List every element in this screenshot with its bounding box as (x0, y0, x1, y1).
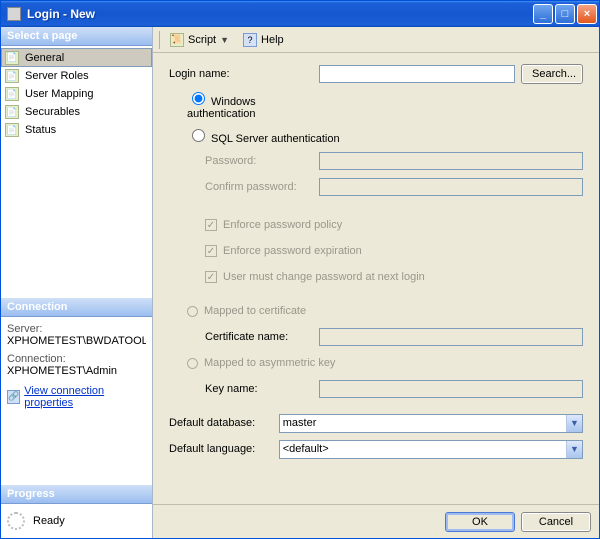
chevron-down-icon: ▼ (566, 415, 582, 432)
maximize-button[interactable]: □ (555, 4, 575, 24)
server-value: XPHOMETEST\BWDATOOLSET (7, 335, 146, 347)
checkbox-icon: ✓ (205, 219, 217, 231)
window: Login - New _ □ × Select a page 📄 General… (0, 0, 600, 539)
radio-icon (187, 358, 198, 369)
enforce-expiration-label: Enforce password expiration (223, 245, 362, 257)
titlebar[interactable]: Login - New _ □ × (1, 1, 599, 27)
must-change-label: User must change password at next login (223, 271, 425, 283)
window-title: Login - New (27, 7, 531, 21)
login-name-label: Login name: (169, 68, 319, 80)
page-general[interactable]: 📄 General (1, 48, 152, 67)
chevron-down-icon: ▼ (566, 441, 582, 458)
script-button[interactable]: 📜 Script ▼ (166, 31, 233, 49)
page-icon: 📄 (5, 51, 19, 65)
connection-pane: Server: XPHOMETEST\BWDATOOLSET Connectio… (1, 317, 152, 486)
ok-button[interactable]: OK (445, 512, 515, 532)
confirm-password-input (319, 178, 583, 196)
checkbox-icon: ✓ (205, 271, 217, 283)
page-icon: 📄 (5, 105, 19, 119)
view-connection-properties[interactable]: View connection properties (24, 385, 146, 409)
minimize-button[interactable]: _ (533, 4, 553, 24)
body: Select a page 📄 General 📄 Server Roles 📄 Us… (1, 27, 599, 538)
close-button[interactable]: × (577, 4, 597, 24)
cancel-button[interactable]: Cancel (521, 512, 591, 532)
form-area: Login name: Search... Windows authentica… (153, 53, 599, 504)
mapped-asym-label: Mapped to asymmetric key (204, 357, 335, 369)
mapped-cert-label: Mapped to certificate (204, 305, 306, 317)
default-language-value: <default> (283, 443, 329, 455)
select-page-header: Select a page (1, 27, 152, 46)
key-name-input (319, 380, 583, 398)
progress-text: Ready (33, 515, 65, 527)
help-label: Help (261, 34, 284, 46)
page-status[interactable]: 📄 Status (1, 121, 152, 139)
default-database-label: Default database: (169, 417, 279, 429)
password-input (319, 152, 583, 170)
progress-header: Progress (1, 485, 152, 504)
connection-props-icon: 🔗 (7, 390, 20, 404)
progress-pane: Ready (1, 504, 152, 538)
page-icon: 📄 (5, 123, 19, 137)
right-column: 📜 Script ▼ ? Help Login name: Search... … (153, 27, 599, 538)
left-column: Select a page 📄 General 📄 Server Roles 📄 Us… (1, 27, 153, 538)
windows-auth-option[interactable]: Windows authentication (169, 89, 319, 120)
page-list: 📄 General 📄 Server Roles 📄 User Mapping 📄 Se… (1, 46, 152, 141)
default-language-label: Default language: (169, 443, 279, 455)
default-language-select[interactable]: <default> ▼ (279, 440, 583, 459)
progress-spinner-icon (7, 512, 25, 530)
default-database-value: master (283, 417, 317, 429)
server-label: Server: (7, 323, 146, 335)
key-name-label: Key name: (169, 383, 319, 395)
dropdown-icon: ▼ (220, 35, 229, 45)
page-label: Server Roles (25, 70, 89, 82)
mapped-asym-option: Mapped to asymmetric key (169, 357, 335, 369)
toolbar: 📜 Script ▼ ? Help (153, 27, 599, 53)
login-name-input[interactable] (319, 65, 515, 83)
certificate-name-input (319, 328, 583, 346)
certificate-name-label: Certificate name: (169, 331, 319, 343)
sql-auth-radio[interactable] (192, 129, 205, 142)
page-securables[interactable]: 📄 Securables (1, 103, 152, 121)
checkbox-icon: ✓ (205, 245, 217, 257)
help-button[interactable]: ? Help (239, 31, 288, 49)
enforce-policy-option: ✓ Enforce password policy (169, 219, 342, 231)
page-label: User Mapping (25, 88, 93, 100)
connection-header: Connection (1, 298, 152, 317)
app-icon (7, 7, 21, 21)
confirm-password-label: Confirm password: (169, 181, 319, 193)
windows-auth-radio[interactable] (192, 92, 205, 105)
sql-auth-option[interactable]: SQL Server authentication (169, 126, 340, 145)
page-label: General (25, 52, 64, 64)
connection-label: Connection: (7, 353, 146, 365)
toolbar-separator (159, 31, 160, 49)
page-icon: 📄 (5, 69, 19, 83)
page-icon: 📄 (5, 87, 19, 101)
sql-auth-label: SQL Server authentication (211, 133, 340, 145)
page-label: Securables (25, 106, 80, 118)
mapped-cert-option: Mapped to certificate (169, 305, 306, 317)
page-label: Status (25, 124, 56, 136)
password-label: Password: (169, 155, 319, 167)
script-icon: 📜 (170, 33, 184, 47)
script-label: Script (188, 34, 216, 46)
connection-value: XPHOMETEST\Admin (7, 365, 146, 377)
page-server-roles[interactable]: 📄 Server Roles (1, 67, 152, 85)
search-button[interactable]: Search... (521, 64, 583, 84)
page-user-mapping[interactable]: 📄 User Mapping (1, 85, 152, 103)
help-icon: ? (243, 33, 257, 47)
default-database-select[interactable]: master ▼ (279, 414, 583, 433)
radio-icon (187, 306, 198, 317)
must-change-option: ✓ User must change password at next login (169, 271, 425, 283)
enforce-expiration-option: ✓ Enforce password expiration (169, 245, 362, 257)
enforce-policy-label: Enforce password policy (223, 219, 342, 231)
button-bar: OK Cancel (153, 504, 599, 538)
